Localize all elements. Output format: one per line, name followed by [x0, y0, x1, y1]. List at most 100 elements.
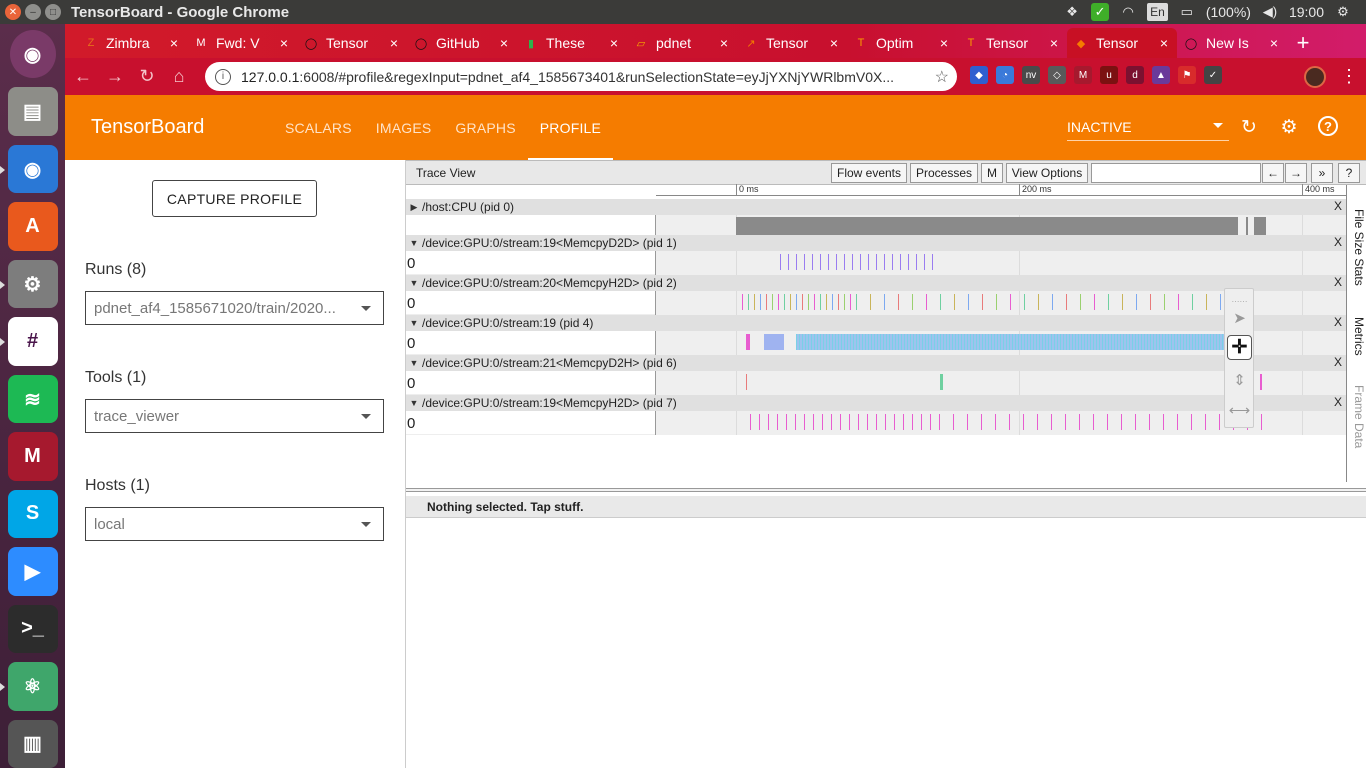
trace-event[interactable]: [808, 294, 809, 310]
trace-event[interactable]: [768, 414, 769, 430]
trace-event[interactable]: [1039, 334, 1040, 350]
trace-event[interactable]: [1260, 374, 1262, 390]
trace-event[interactable]: [790, 294, 791, 310]
trace-event[interactable]: [908, 254, 909, 270]
trace-event[interactable]: [939, 414, 940, 430]
close-icon[interactable]: ×: [167, 35, 181, 51]
launcher-mendeley[interactable]: M: [7, 432, 58, 481]
browser-tab[interactable]: ◯ New Is ×: [1177, 28, 1287, 58]
ext-bulb-icon[interactable]: ◇: [1048, 66, 1066, 84]
zoom-icon[interactable]: ⇕: [1227, 367, 1252, 392]
trace-event[interactable]: [1195, 334, 1196, 350]
pan-icon[interactable]: ✛: [1227, 335, 1252, 360]
trace-event[interactable]: [1150, 334, 1151, 350]
trace-event[interactable]: [754, 294, 755, 310]
trace-event[interactable]: [856, 294, 857, 310]
trace-event[interactable]: [796, 334, 797, 350]
trace-event[interactable]: [850, 294, 851, 310]
trace-event[interactable]: [860, 254, 861, 270]
trace-event[interactable]: [907, 334, 908, 350]
tab-profile[interactable]: PROFILE: [527, 95, 614, 160]
trace-event[interactable]: [1210, 334, 1211, 350]
trace-event[interactable]: [1015, 334, 1016, 350]
status-dropdown[interactable]: INACTIVE: [1067, 113, 1229, 141]
trace-event[interactable]: [1126, 334, 1127, 350]
trace-event[interactable]: [820, 254, 821, 270]
trace-event[interactable]: [1080, 294, 1081, 310]
browser-tab[interactable]: M Fwd: V ×: [187, 28, 297, 58]
trace-event[interactable]: [1121, 414, 1122, 430]
trace-event[interactable]: [1136, 294, 1137, 310]
check-icon[interactable]: ✓: [1091, 3, 1110, 21]
trace-event[interactable]: [1037, 414, 1038, 430]
trace-event[interactable]: [912, 294, 913, 310]
trace-event[interactable]: [766, 294, 767, 310]
close-icon[interactable]: ×: [1267, 35, 1281, 51]
launcher-zoom[interactable]: ▶: [7, 547, 58, 596]
trace-event[interactable]: [796, 254, 797, 270]
trace-event[interactable]: [1069, 334, 1070, 350]
trace-event[interactable]: [746, 374, 747, 390]
trace-event[interactable]: [940, 374, 943, 390]
close-icon[interactable]: ×: [277, 35, 291, 51]
launcher-files[interactable]: ▤: [7, 87, 58, 136]
trace-event[interactable]: [746, 334, 750, 350]
trace-event[interactable]: [940, 294, 941, 310]
browser-tab[interactable]: Z Zimbra ×: [77, 28, 187, 58]
trace-event[interactable]: [1111, 334, 1112, 350]
trace-event[interactable]: [1254, 217, 1266, 235]
tab-graphs[interactable]: GRAPHS: [443, 95, 527, 160]
trace-event[interactable]: [884, 254, 885, 270]
trace-event[interactable]: [841, 334, 842, 350]
tab-images[interactable]: IMAGES: [364, 95, 444, 160]
trace-event[interactable]: [868, 334, 869, 350]
process-header[interactable]: ▼/device:GPU:0/stream:19 (pid 4) X: [406, 315, 1346, 331]
trace-event[interactable]: [844, 254, 845, 270]
trace-event[interactable]: [926, 294, 927, 310]
launcher-ubuntu-dash[interactable]: ◉: [9, 30, 56, 79]
trace-event[interactable]: [786, 414, 787, 430]
tab-file-size-stats[interactable]: File Size Stats: [1348, 209, 1366, 286]
launcher-slack[interactable]: #: [0, 317, 58, 366]
trace-event[interactable]: [1191, 414, 1192, 430]
close-icon[interactable]: X: [1334, 315, 1342, 329]
launcher-atom[interactable]: ⚛: [0, 662, 58, 711]
trace-event[interactable]: [1096, 334, 1097, 350]
bookmark-star-icon[interactable]: ☆: [935, 67, 949, 87]
battery-icon[interactable]: ▭: [1178, 3, 1196, 21]
timing-icon[interactable]: ⟷: [1227, 397, 1252, 422]
info-icon[interactable]: i: [215, 68, 231, 85]
launcher-software-center[interactable]: A: [7, 202, 58, 251]
refresh-icon[interactable]: ↻: [1238, 116, 1260, 138]
trace-event[interactable]: [1165, 334, 1166, 350]
trace-event[interactable]: [805, 334, 806, 350]
trace-event[interactable]: [884, 294, 885, 310]
trace-event[interactable]: [1063, 334, 1064, 350]
address-url[interactable]: 127.0.0.1:6008/#profile&regexInput=pdnet…: [241, 69, 931, 85]
trace-event[interactable]: [1051, 414, 1052, 430]
browser-tab[interactable]: T Tensor ×: [957, 28, 1067, 58]
close-icon[interactable]: ×: [937, 35, 951, 51]
trace-event[interactable]: [1012, 334, 1013, 350]
trace-event[interactable]: [910, 334, 911, 350]
trace-event[interactable]: [1057, 334, 1058, 350]
trace-event[interactable]: [871, 334, 872, 350]
trace-event[interactable]: [880, 334, 881, 350]
panel-divider[interactable]: [406, 488, 1366, 492]
trace-event[interactable]: [832, 334, 833, 350]
process-header[interactable]: ▶/host:CPU (pid 0) X: [406, 199, 1346, 215]
trace-event[interactable]: [804, 414, 805, 430]
trace-event[interactable]: [867, 414, 868, 430]
ext-nvidia-icon[interactable]: nv: [1022, 66, 1040, 84]
launcher-spotify[interactable]: ≋: [7, 374, 58, 424]
trace-event[interactable]: [996, 294, 997, 310]
browser-tab[interactable]: ◆ Tensor ×: [1067, 28, 1177, 58]
trace-event[interactable]: [1122, 294, 1123, 310]
trace-event[interactable]: [1075, 334, 1076, 350]
trace-event[interactable]: [946, 334, 947, 350]
trace-event[interactable]: [883, 334, 884, 350]
trace-event[interactable]: [1186, 334, 1187, 350]
trace-event[interactable]: [1018, 334, 1019, 350]
trace-event[interactable]: [1079, 414, 1080, 430]
close-icon[interactable]: X: [1334, 275, 1342, 289]
